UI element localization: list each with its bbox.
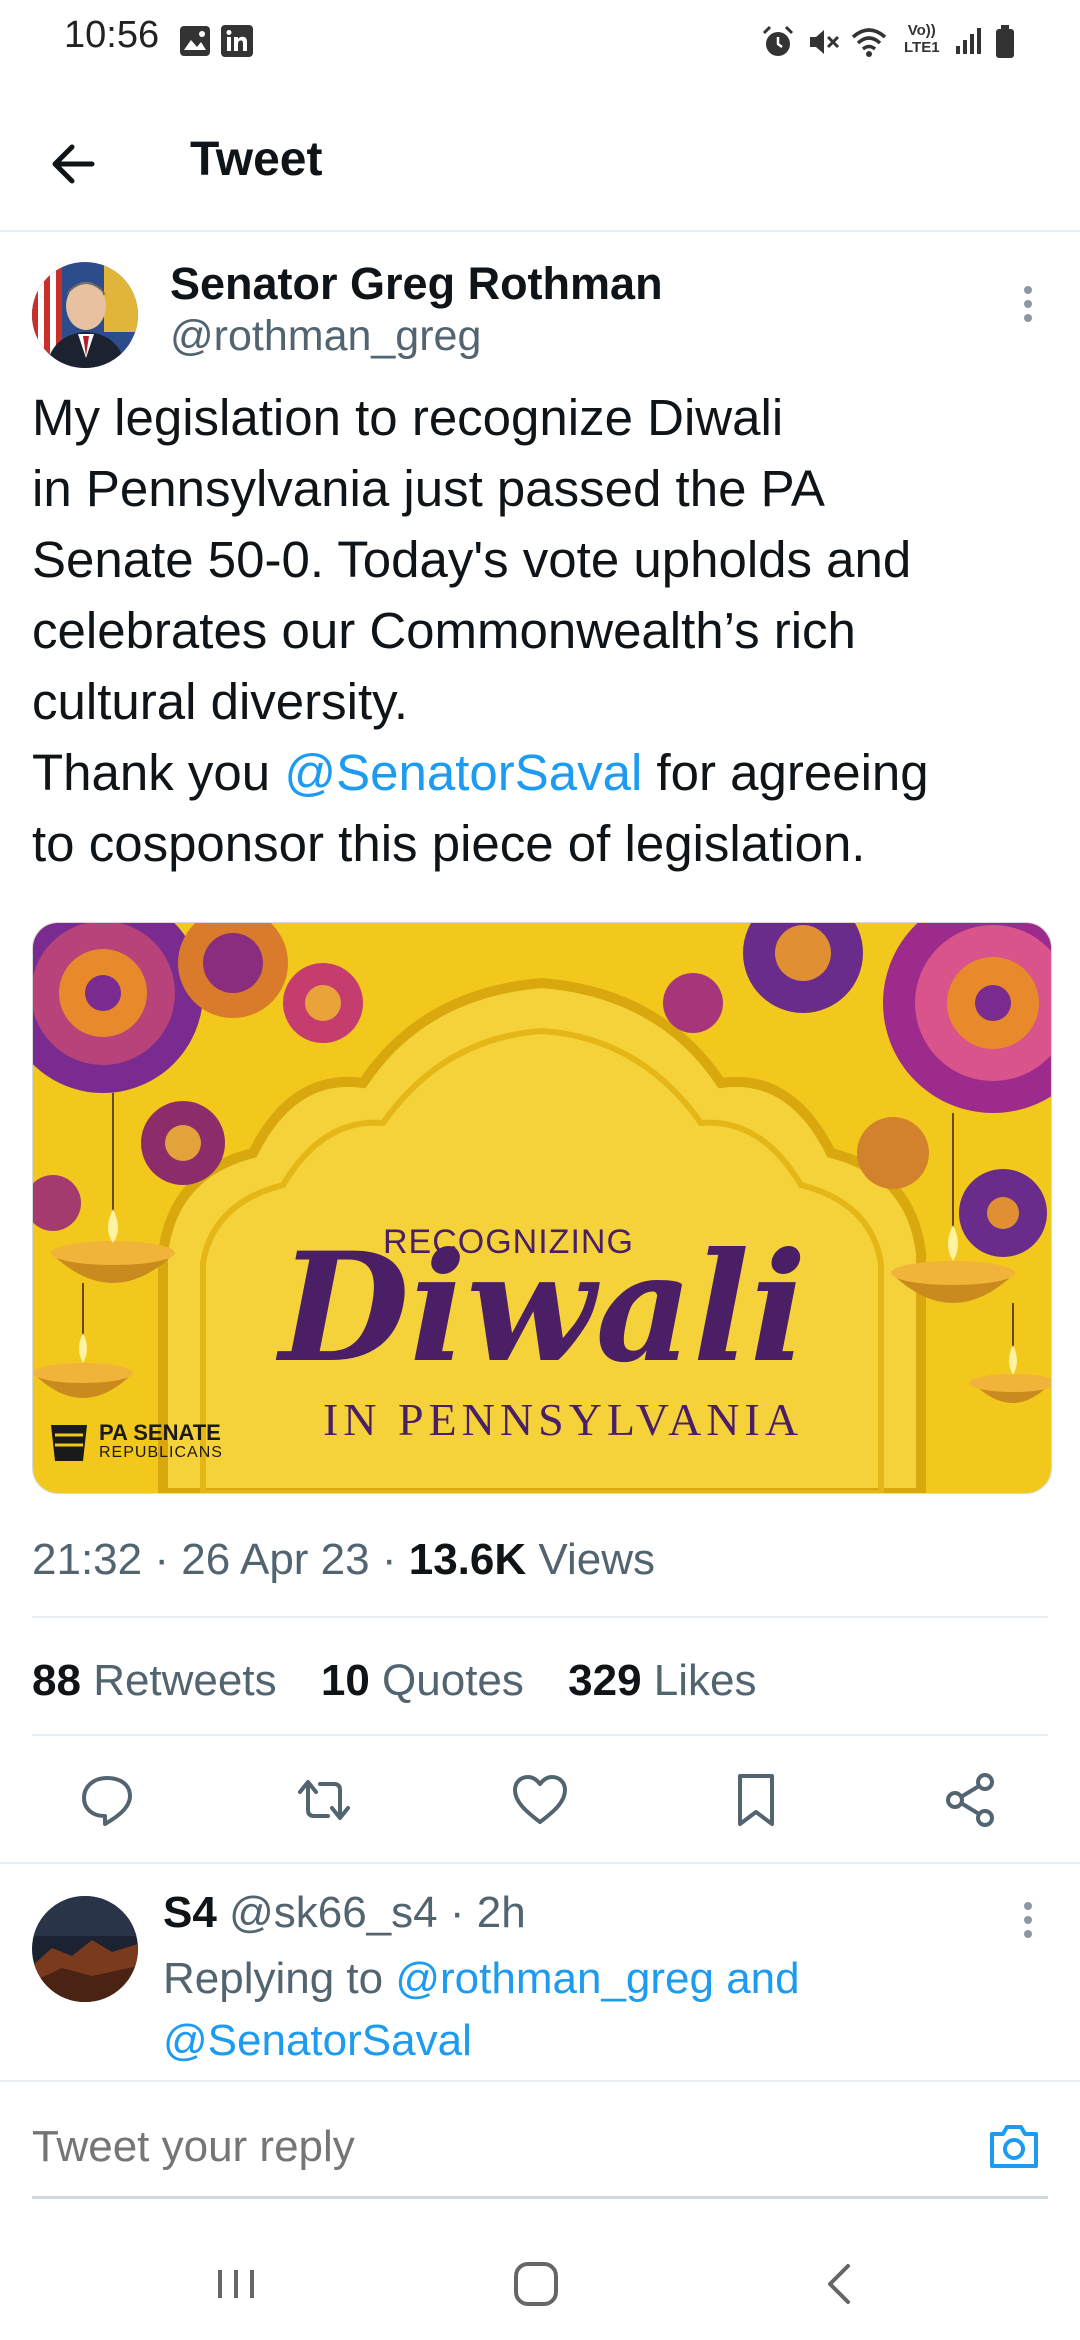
likes-label: Likes (653, 1656, 757, 1705)
image-subtitle: IN PENNSYLVANIA (322, 1394, 804, 1445)
likes-stat[interactable]: 329 Likes (568, 1656, 756, 1705)
bookmark-icon[interactable] (726, 1770, 786, 1830)
tweet-text-line: celebrates our Commonwealth’s rich (32, 602, 856, 659)
divider (0, 1862, 1080, 1864)
reply-header: S4 @sk66_s4 · 2h (163, 1888, 526, 1938)
thanks-prefix: Thank you (32, 744, 285, 801)
quotes-label: Quotes (382, 1656, 524, 1705)
divider (32, 1616, 1048, 1618)
battery-icon (996, 25, 1014, 58)
tweet-text-line: My legislation to recognize Diwali (32, 389, 784, 446)
quotes-stat[interactable]: 10 Quotes (321, 1656, 524, 1705)
alarm-icon (762, 25, 794, 56)
logo-line2: REPUBLICANS (99, 1444, 223, 1461)
camera-icon[interactable] (986, 2118, 1042, 2174)
retweet-icon[interactable] (294, 1770, 354, 1830)
reply-avatar[interactable] (32, 1896, 138, 2002)
reply-input[interactable] (32, 2122, 932, 2172)
divider (32, 1734, 1048, 1736)
logo-line1: PA SENATE (99, 1420, 221, 1445)
tweet-text-line: Thank you @SenatorSaval for agreeing (32, 737, 1052, 808)
back-arrow-icon[interactable] (44, 134, 104, 194)
author-name[interactable]: Senator Greg Rothman (170, 258, 663, 310)
separator: · (437, 1888, 477, 1937)
quotes-count: 10 (320, 1656, 370, 1705)
retweets-stat[interactable]: 88 Retweets (32, 1656, 277, 1705)
top-app-bar: Tweet (0, 110, 1080, 232)
replying-to-line: Replying to @rothman_greg and (163, 1948, 1043, 2010)
like-heart-icon[interactable] (510, 1770, 570, 1830)
home-icon[interactable] (506, 2254, 566, 2314)
reply-avatar-image (32, 1896, 138, 2002)
volte-label: Vo)) LTE1 (904, 22, 940, 56)
image-big-title: Diwali (279, 1220, 807, 1396)
more-options-icon[interactable] (1010, 282, 1046, 326)
thanks-suffix: for agreeing (642, 744, 929, 801)
author-avatar-image (32, 262, 138, 368)
tweet-text: My legislation to recognize Diwali in Pe… (32, 382, 1052, 879)
signal-icon (956, 28, 981, 54)
replying-to: Replying to @rothman_greg and @SenatorSa… (163, 1948, 1043, 2072)
wifi-icon (851, 28, 887, 57)
tweet-text-line: to cosponsor this piece of legislation. (32, 815, 866, 872)
reply-more-options-icon[interactable] (1010, 1898, 1046, 1942)
tweet-text-line: Senate 50-0. Today's vote upholds and (32, 531, 912, 588)
views-label: Views (538, 1535, 655, 1584)
views-count: 13.6K (408, 1535, 527, 1584)
pa-senate-logo: PA SENATE REPUBLICANS (99, 1420, 223, 1463)
replying-and: and (713, 1954, 800, 2003)
retweets-label: Retweets (93, 1656, 277, 1705)
linkedin-icon (221, 25, 253, 57)
status-time: 10:56 (64, 14, 160, 56)
mention-link[interactable]: @SenatorSaval (163, 2010, 1043, 2072)
mute-icon (810, 30, 840, 54)
likes-count: 329 (568, 1656, 642, 1705)
divider (0, 2080, 1080, 2082)
tweet-meta: 21:32 · 26 Apr 23 · 13.6K Views (32, 1535, 655, 1585)
mention-link[interactable]: @rothman_greg (395, 1954, 714, 2003)
separator: · (154, 1535, 182, 1584)
tweet-stats: 88 Retweets 10 Quotes 329 Likes (32, 1656, 789, 1706)
author-handle[interactable]: @rothman_greg (170, 312, 481, 361)
reply-input-underline (32, 2196, 1048, 2199)
reply-author-name[interactable]: S4 (163, 1888, 217, 1937)
separator: · (381, 1535, 409, 1584)
tweet-date: 26 Apr 23 (181, 1535, 370, 1584)
reply-icon[interactable] (77, 1770, 137, 1830)
system-back-icon[interactable] (810, 2254, 870, 2314)
retweets-count: 88 (32, 1656, 81, 1705)
reply-age: 2h (476, 1888, 526, 1937)
mention-link[interactable]: @SenatorSaval (284, 744, 642, 801)
status-bar: 10:56 Vo)) LTE1 (0, 0, 1080, 90)
gallery-icon (180, 26, 210, 56)
replying-prefix: Replying to (163, 1954, 396, 2003)
share-icon[interactable] (941, 1770, 1001, 1830)
tweet-text-line: cultural diversity. (32, 673, 409, 730)
reply-author-handle[interactable]: @sk66_s4 (229, 1888, 438, 1937)
page-title: Tweet (190, 133, 323, 186)
tweet-text-line: in Pennsylvania just passed the PA (32, 460, 825, 517)
recent-apps-icon[interactable] (206, 2254, 266, 2314)
tweet-image[interactable]: RECOGNIZING Diwali IN PENNSYLVANIA PA SE… (32, 922, 1052, 1494)
author-avatar[interactable] (32, 262, 138, 368)
tweet-time: 21:32 (32, 1535, 143, 1584)
